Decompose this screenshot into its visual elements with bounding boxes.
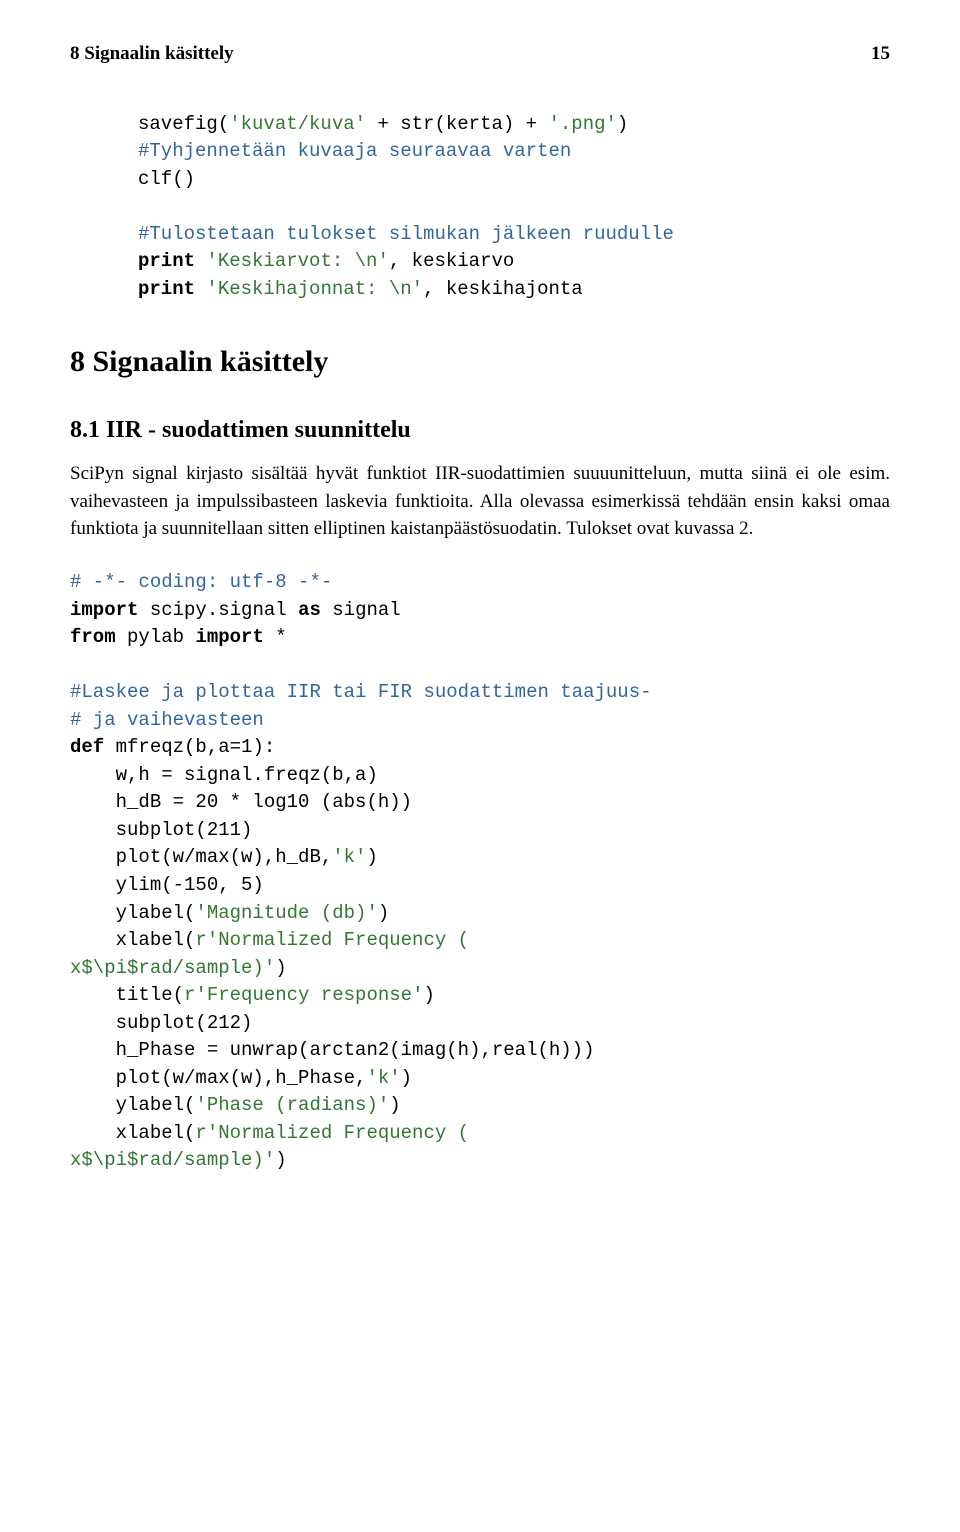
- code-comment: # ja vaihevasteen: [70, 709, 264, 731]
- code-string: 'k': [366, 1067, 400, 1089]
- paragraph-body: SciPyn signal kirjasto sisältää hyvät fu…: [70, 460, 890, 543]
- code-text: ): [366, 846, 377, 868]
- code-text: ylabel(: [70, 1094, 195, 1116]
- code-text: ): [401, 1067, 412, 1089]
- code-text: [195, 250, 206, 272]
- code-string: 'Phase (radians)': [195, 1094, 389, 1116]
- code-string: 'Keskiarvot: \n': [206, 250, 388, 272]
- code-string: 'Keskihajonnat: \n': [206, 278, 423, 300]
- code-block-2: # -*- coding: utf-8 -*- import scipy.sig…: [70, 569, 890, 1175]
- code-comment: #Tulostetaan tulokset silmukan jälkeen r…: [138, 223, 674, 245]
- code-keyword: as: [298, 599, 321, 621]
- code-string: 'kuvat/kuva': [229, 113, 366, 135]
- code-comment: #Laskee ja plottaa IIR tai FIR suodattim…: [70, 681, 652, 703]
- code-text: [195, 278, 206, 300]
- code-text: subplot(211): [70, 819, 252, 841]
- code-text: scipy.signal: [138, 599, 298, 621]
- code-keyword: print: [138, 250, 195, 272]
- code-comment: #Tyhjennetään kuvaaja seuraavaa varten: [138, 140, 571, 162]
- code-text: title(: [70, 984, 184, 1006]
- section-heading: 8 Signaalin käsittely: [70, 339, 890, 384]
- code-comment: # -*- coding: utf-8 -*-: [70, 571, 332, 593]
- header-title: 8 Signaalin käsittely: [70, 40, 234, 69]
- code-text: , keskihajonta: [423, 278, 583, 300]
- code-text: ): [275, 957, 286, 979]
- code-keyword: def: [70, 736, 104, 758]
- code-string: r'Normalized Frequency (: [195, 929, 469, 951]
- code-text: + str(kerta) +: [366, 113, 548, 135]
- code-text: signal: [321, 599, 401, 621]
- code-keyword: import: [195, 626, 263, 648]
- code-text: w,h = signal.freqz(b,a): [70, 764, 378, 786]
- code-text: subplot(212): [70, 1012, 252, 1034]
- code-keyword: from: [70, 626, 116, 648]
- subsection-heading: 8.1 IIR - suodattimen suunnittelu: [70, 412, 890, 448]
- code-text: *: [264, 626, 287, 648]
- code-string: r'Normalized Frequency (: [195, 1122, 469, 1144]
- code-text: ): [423, 984, 434, 1006]
- code-text: clf(): [138, 168, 195, 190]
- code-text: ylim(-150, 5): [70, 874, 264, 896]
- code-text: xlabel(: [70, 929, 195, 951]
- code-text: h_Phase = unwrap(arctan2(imag(h),real(h)…: [70, 1039, 595, 1061]
- code-text: plot(w/max(w),h_dB,: [70, 846, 332, 868]
- code-string: 'k': [332, 846, 366, 868]
- code-text: ): [378, 902, 389, 924]
- code-block-1: savefig('kuvat/kuva' + str(kerta) + '.pn…: [138, 111, 890, 304]
- code-string: x$\pi$rad/sample)': [70, 957, 275, 979]
- code-keyword: import: [70, 599, 138, 621]
- code-text: ): [617, 113, 628, 135]
- code-text: mfreqz(b,a=1):: [104, 736, 275, 758]
- page-header: 8 Signaalin käsittely 15: [70, 40, 890, 69]
- code-text: savefig(: [138, 113, 229, 135]
- code-keyword: print: [138, 278, 195, 300]
- code-string: '.png': [548, 113, 616, 135]
- code-string: 'Magnitude (db)': [195, 902, 377, 924]
- code-text: pylab: [116, 626, 196, 648]
- page-number: 15: [871, 40, 890, 69]
- code-text: ylabel(: [70, 902, 195, 924]
- code-text: , keskiarvo: [389, 250, 514, 272]
- code-text: xlabel(: [70, 1122, 195, 1144]
- code-string: x$\pi$rad/sample)': [70, 1149, 275, 1171]
- code-text: h_dB = 20 * log10 (abs(h)): [70, 791, 412, 813]
- code-text: ): [275, 1149, 286, 1171]
- code-text: plot(w/max(w),h_Phase,: [70, 1067, 366, 1089]
- code-text: ): [389, 1094, 400, 1116]
- code-string: r'Frequency response': [184, 984, 423, 1006]
